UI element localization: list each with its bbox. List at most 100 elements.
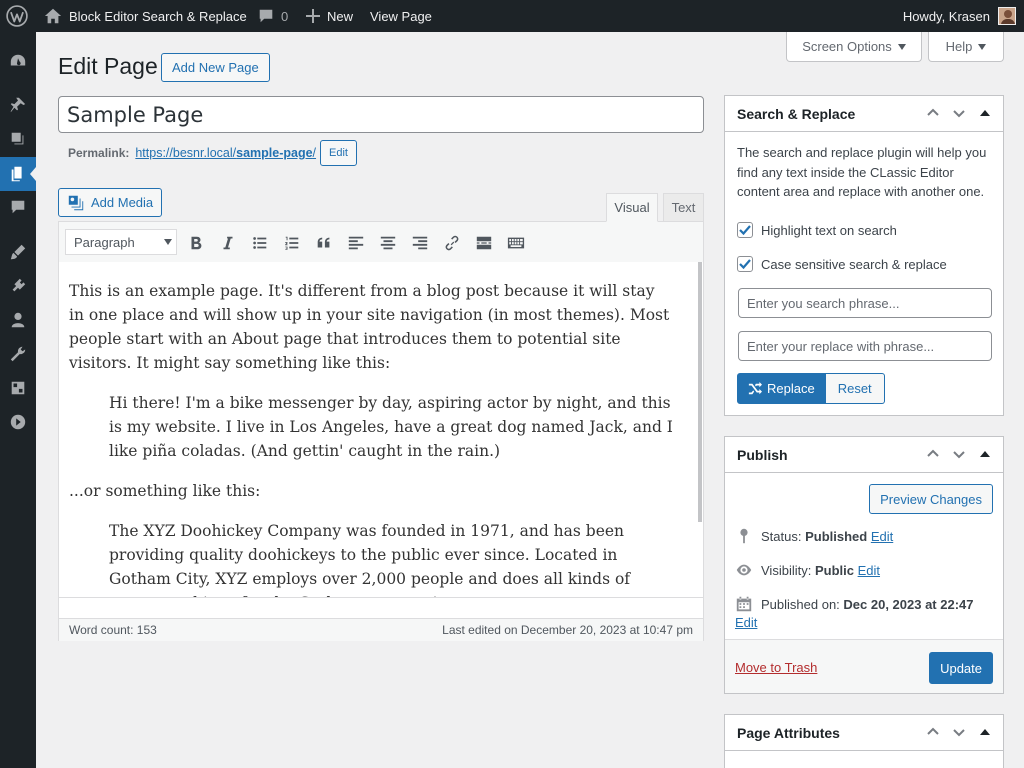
- permalink-slug: sample-page: [236, 146, 313, 160]
- search-replace-header[interactable]: Search & Replace: [725, 96, 1003, 132]
- page-attributes-header[interactable]: Page Attributes: [725, 715, 1003, 751]
- status-row: Status: Published Edit: [735, 527, 893, 545]
- calendar-icon: [736, 596, 752, 612]
- blockquote-icon[interactable]: [312, 231, 336, 255]
- view-page-link[interactable]: View Page: [370, 0, 432, 32]
- visibility-row: Visibility: Public Edit: [735, 561, 880, 579]
- published-on-row: Published on: Dec 20, 2023 at 22:47: [735, 595, 974, 613]
- checkmark-icon: [739, 225, 751, 236]
- toolbar-toggle-icon[interactable]: [504, 231, 528, 255]
- published-on-label: Published on:: [761, 596, 840, 612]
- checkmark-icon: [739, 259, 751, 270]
- reset-button[interactable]: Reset: [825, 373, 885, 404]
- settings-icon[interactable]: [0, 371, 36, 405]
- caret-down-icon: [897, 43, 906, 50]
- published-on-edit-link[interactable]: Edit: [735, 615, 757, 630]
- editor-resize-area[interactable]: [59, 598, 703, 619]
- move-down-icon[interactable]: [951, 446, 967, 462]
- new-content-link[interactable]: New: [305, 0, 353, 32]
- admin-bar: Block Editor Search & Replace 0 New View…: [0, 0, 1024, 32]
- search-replace-description: The search and replace plugin will help …: [737, 145, 987, 199]
- comments-count: 0: [281, 8, 289, 24]
- editor-scrollbar[interactable]: [698, 262, 702, 522]
- visibility-edit-link[interactable]: Edit: [858, 563, 880, 578]
- tab-visual[interactable]: Visual: [606, 193, 658, 222]
- add-media-icon: [68, 195, 84, 210]
- highlight-label: Highlight text on search: [761, 222, 897, 238]
- admin-sidebar: [0, 32, 36, 768]
- published-on-value: Dec 20, 2023 at 22:47: [843, 596, 974, 612]
- align-left-icon[interactable]: [344, 231, 368, 255]
- my-account-menu[interactable]: Howdy, Krasen: [903, 0, 1016, 32]
- toggle-panel-icon[interactable]: [977, 724, 993, 740]
- media-icon[interactable]: [0, 122, 36, 156]
- collapse-menu-icon[interactable]: [0, 405, 36, 439]
- permalink-link[interactable]: https://besnr.local/sample-page/: [135, 146, 316, 160]
- comments-link[interactable]: 0: [257, 0, 288, 32]
- case-sensitive-option[interactable]: Case sensitive search & replace: [737, 256, 947, 272]
- move-up-icon[interactable]: [925, 724, 941, 740]
- move-to-trash-link[interactable]: Move to Trash: [735, 660, 817, 675]
- insert-link-icon[interactable]: [440, 231, 464, 255]
- preview-changes-button[interactable]: Preview Changes: [869, 484, 993, 514]
- move-up-icon[interactable]: [925, 446, 941, 462]
- align-right-icon[interactable]: [408, 231, 432, 255]
- add-media-button[interactable]: Add Media: [58, 188, 163, 217]
- read-more-icon[interactable]: [472, 231, 496, 255]
- toggle-panel-icon[interactable]: [977, 446, 993, 462]
- status-edit-link[interactable]: Edit: [871, 529, 893, 544]
- editor-content-area[interactable]: This is an example page. It's different …: [58, 262, 704, 598]
- page-title: Edit Page: [58, 53, 158, 79]
- add-new-page-button[interactable]: Add New Page: [161, 53, 270, 82]
- italic-icon[interactable]: [216, 231, 240, 255]
- posts-pin-icon[interactable]: [0, 88, 36, 122]
- permalink-edit-button[interactable]: Edit: [320, 140, 357, 166]
- site-name: Block Editor Search & Replace: [69, 8, 247, 24]
- permalink-trailing: /: [312, 146, 317, 160]
- editor-status-bar: Word count: 153 Last edited on December …: [58, 597, 704, 641]
- update-button[interactable]: Update: [929, 652, 993, 684]
- highlight-option[interactable]: Highlight text on search: [737, 222, 897, 238]
- screen-options-button[interactable]: Screen Options: [786, 32, 922, 62]
- move-down-icon[interactable]: [951, 105, 967, 121]
- screen-options-label: Screen Options: [802, 39, 892, 54]
- dashboard-icon[interactable]: [0, 44, 36, 78]
- case-sensitive-checkbox[interactable]: [737, 256, 753, 272]
- bulleted-list-icon[interactable]: [248, 231, 272, 255]
- help-button[interactable]: Help: [928, 32, 1004, 62]
- wordpress-logo-icon[interactable]: [6, 0, 28, 32]
- align-center-icon[interactable]: [376, 231, 400, 255]
- title-input[interactable]: Sample Page: [58, 96, 704, 133]
- move-down-icon[interactable]: [951, 724, 967, 740]
- content-paragraph: This is an example page. It's different …: [69, 282, 670, 372]
- search-phrase-input[interactable]: Enter you search phrase...: [738, 288, 992, 318]
- publish-header[interactable]: Publish: [725, 437, 1003, 473]
- bold-icon[interactable]: [184, 231, 208, 255]
- tools-wrench-icon[interactable]: [0, 337, 36, 371]
- search-replace-postbox: Search & Replace The search and replace …: [724, 95, 1004, 416]
- comments-icon[interactable]: [0, 190, 36, 224]
- replace-phrase-input[interactable]: Enter your replace with phrase...: [738, 331, 992, 361]
- status-label: Status:: [761, 528, 802, 544]
- visibility-value: Public: [814, 562, 854, 578]
- add-media-label: Add Media: [91, 195, 154, 210]
- plugins-icon[interactable]: [0, 269, 36, 303]
- howdy-text: Howdy, Krasen: [902, 8, 990, 24]
- publish-postbox: Publish Preview Changes Status: Publishe…: [724, 436, 1004, 694]
- appearance-brush-icon[interactable]: [0, 235, 36, 269]
- avatar: [998, 7, 1016, 25]
- page-attributes-postbox: Page Attributes: [724, 714, 1004, 768]
- page-attributes-title: Page Attributes: [737, 724, 840, 741]
- toggle-panel-icon[interactable]: [977, 105, 993, 121]
- tab-text[interactable]: Text: [663, 193, 704, 222]
- highlight-checkbox[interactable]: [737, 222, 753, 238]
- users-icon[interactable]: [0, 303, 36, 337]
- search-replace-title: Search & Replace: [737, 105, 856, 122]
- numbered-list-icon[interactable]: [280, 231, 304, 255]
- replace-button[interactable]: Replace: [737, 373, 826, 404]
- pages-icon[interactable]: [0, 157, 36, 191]
- format-select[interactable]: Paragraph: [65, 229, 177, 255]
- pin-icon: [740, 528, 748, 544]
- site-name-link[interactable]: Block Editor Search & Replace: [44, 0, 247, 32]
- move-up-icon[interactable]: [925, 105, 941, 121]
